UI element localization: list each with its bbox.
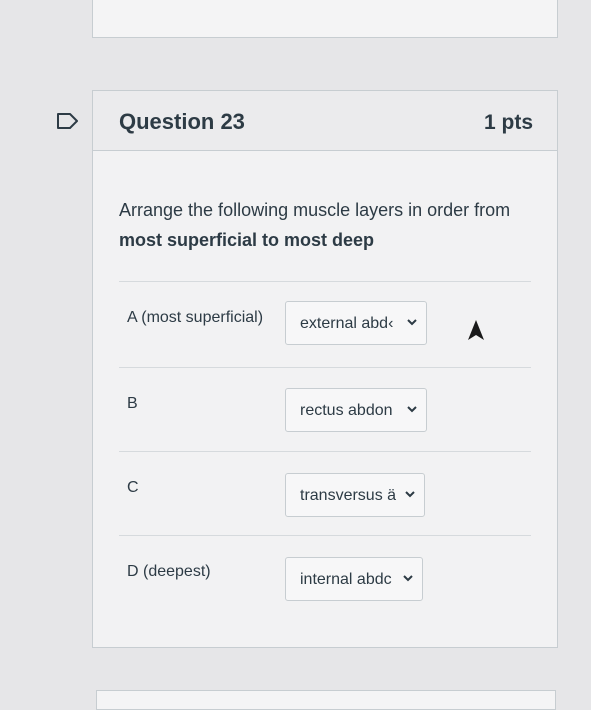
chevron-down-icon bbox=[403, 575, 413, 582]
answer-select-value: external abd‹ bbox=[300, 315, 394, 332]
row-label-b: B bbox=[127, 395, 138, 412]
answer-select-d[interactable]: internal abdc bbox=[285, 557, 423, 601]
flag-question-icon[interactable] bbox=[56, 112, 80, 130]
answer-select-c[interactable]: transversus ä bbox=[285, 473, 425, 517]
question-text-plain: Arrange the following muscle layers in o… bbox=[119, 200, 511, 220]
row-label-d: D (deepest) bbox=[127, 563, 211, 580]
question-card: Question 23 1 pts Arrange the following … bbox=[92, 90, 558, 648]
row-label-a: A (most superficial) bbox=[127, 309, 264, 326]
chevron-down-icon bbox=[407, 319, 417, 326]
question-points: 1 pts bbox=[483, 111, 533, 134]
previous-question-card bbox=[92, 0, 558, 38]
question-header: Question 23 1 pts bbox=[93, 91, 557, 151]
divider bbox=[119, 451, 531, 452]
answer-select-value: internal abdc bbox=[300, 571, 392, 588]
row-label-c: C bbox=[127, 479, 139, 496]
answer-select-value: transversus ä bbox=[300, 487, 397, 504]
answer-select-b[interactable]: rectus abdon bbox=[285, 388, 427, 432]
divider bbox=[119, 281, 531, 282]
next-question-card bbox=[96, 690, 556, 710]
question-text: Arrange the following muscle layers in o… bbox=[119, 195, 529, 255]
divider bbox=[119, 367, 531, 368]
answer-select-a[interactable]: external abd‹ bbox=[285, 301, 427, 345]
chevron-down-icon bbox=[405, 491, 415, 498]
mouse-pointer-icon bbox=[468, 320, 484, 340]
question-text-bold: most superficial to most deep bbox=[119, 230, 375, 250]
divider bbox=[119, 535, 531, 536]
question-title: Question 23 bbox=[119, 109, 245, 134]
chevron-down-icon bbox=[407, 406, 417, 413]
answer-select-value: rectus abdon bbox=[300, 402, 393, 419]
